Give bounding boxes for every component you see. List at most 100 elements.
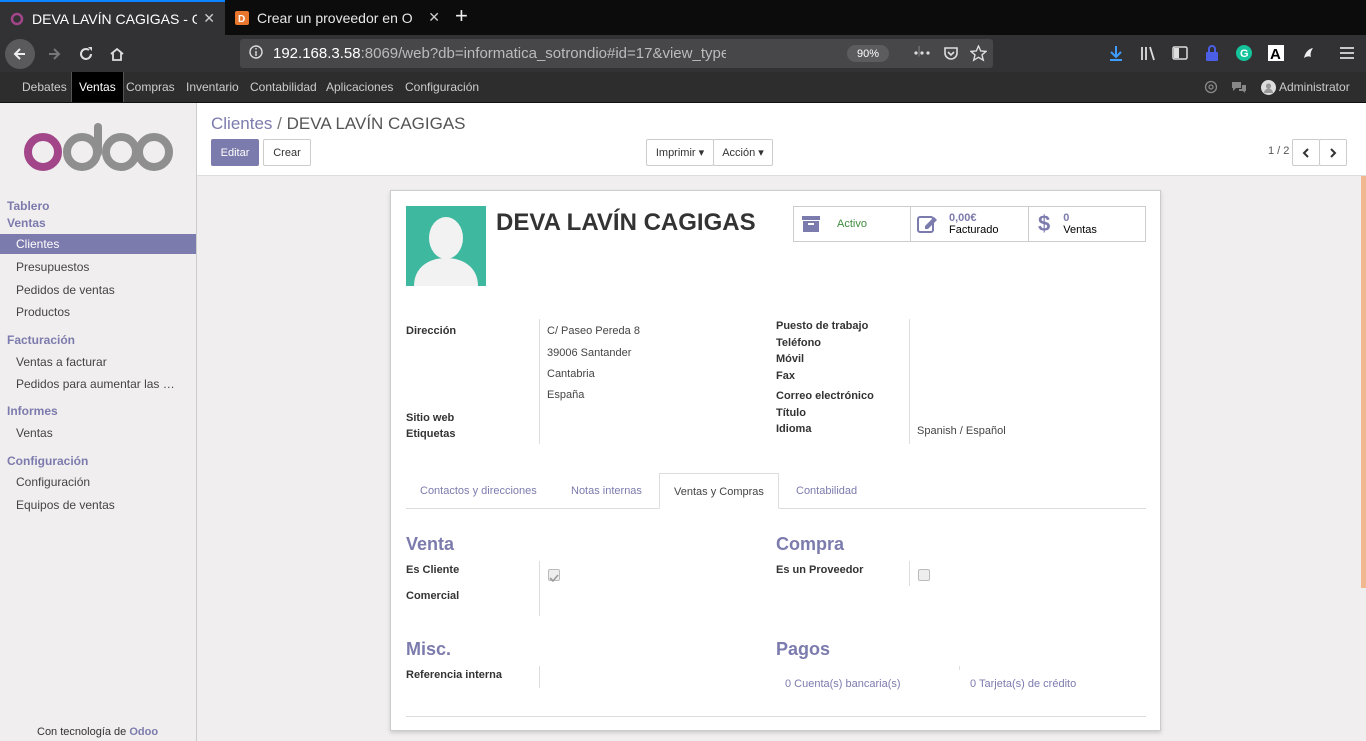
sale-section-title: Venta (406, 534, 455, 554)
home-icon[interactable] (102, 39, 132, 69)
address-city[interactable]: 39006 Santander (547, 347, 631, 359)
edit-button[interactable]: Editar (211, 139, 259, 166)
menu-compras[interactable]: Compras (119, 72, 182, 102)
bank-accounts-button[interactable]: 0 Cuenta(s) bancaria(s) (785, 678, 901, 690)
menu-inventario[interactable]: Inventario (179, 72, 246, 102)
sidebar-item-equipos-de-ventas[interactable]: Equipos de ventas (0, 495, 196, 515)
forward-icon[interactable] (39, 39, 69, 69)
browser-tab-active[interactable]: DEVA LAVÍN CAGIGAS - O ✕ (0, 0, 225, 35)
menu-contabilidad[interactable]: Contabilidad (243, 72, 324, 102)
sidebar-item-pedidos-de-ventas[interactable]: Pedidos de ventas (0, 280, 196, 300)
sidebar-toggle-icon[interactable] (1171, 44, 1189, 62)
create-button[interactable]: Crear (263, 139, 311, 166)
address-state[interactable]: Cantabria (547, 368, 595, 380)
job-label: Puesto de trabajo (776, 320, 869, 332)
lock-icon[interactable] (1203, 44, 1221, 62)
tab-ventas-y-compras[interactable]: Ventas y Compras (659, 473, 779, 509)
grammarly-icon[interactable]: G (1235, 44, 1253, 62)
user-menu[interactable]: Administrator ▾ (1272, 72, 1366, 124)
reload-icon[interactable] (71, 39, 101, 69)
tab-notas-internas[interactable]: Notas internas (557, 473, 656, 509)
payments-section-title: Pagos (776, 639, 831, 659)
pager-next[interactable] (1319, 139, 1347, 166)
extension-icon[interactable] (1299, 44, 1317, 62)
caret-down-icon: ▾ (758, 147, 764, 159)
browser-tab[interactable]: D Crear un proveedor en O ✕ (225, 0, 450, 35)
partner-avatar[interactable] (406, 206, 486, 286)
form-content: DEVA LAVÍN CAGIGAS Activo 0,00€ Facturado… (197, 176, 1366, 741)
sidebar-item-ventas-a-facturar[interactable]: Ventas a facturar (0, 352, 196, 372)
odoo-link[interactable]: Odoo (129, 726, 158, 738)
back-icon[interactable] (5, 39, 35, 69)
tab-contactos[interactable]: Contactos y direcciones (406, 473, 551, 509)
sidebar-item-pedidos-para-aumentar[interactable]: Pedidos para aumentar las … (0, 374, 196, 394)
invoiced-value: 0,00€ (949, 212, 977, 224)
sales-button[interactable]: $ 0 Ventas (1028, 206, 1146, 242)
action-dropdown[interactable]: Acción ▾ (713, 139, 773, 166)
invoiced-label: Facturado (949, 224, 999, 236)
divider (539, 319, 540, 444)
active-label: Activo (837, 218, 867, 230)
info-icon[interactable] (249, 44, 263, 63)
credit-cards-button[interactable]: 0 Tarjeta(s) de crédito (970, 678, 1076, 690)
person-placeholder-icon (414, 217, 478, 286)
breadcrumb-parent[interactable]: Clientes (211, 114, 272, 133)
svg-text:G: G (1240, 48, 1249, 60)
divider (909, 561, 910, 586)
print-dropdown[interactable]: Imprimir ▾ (646, 139, 714, 166)
address-label: Dirección (406, 325, 457, 337)
is-vendor-label: Es un Proveedor (776, 564, 864, 576)
active-toggle-button[interactable]: Activo (793, 206, 911, 242)
sidebar-item-configuracion[interactable]: Configuración (0, 472, 196, 492)
sidebar-section-facturacion[interactable]: Facturación (7, 333, 75, 347)
menu-ventas[interactable]: Ventas (71, 72, 124, 102)
pager-value[interactable]: 1 / 2 (1268, 145, 1289, 157)
new-tab-button[interactable]: + (455, 5, 468, 27)
sidebar-section-ventas[interactable]: Ventas (7, 216, 46, 230)
download-icon[interactable] (1107, 44, 1125, 62)
sidebar-section-configuracion[interactable]: Configuración (7, 454, 88, 468)
menu-aplicaciones[interactable]: Aplicaciones (319, 72, 400, 102)
is-customer-checkbox[interactable] (548, 569, 560, 583)
sidebar-item-informes-ventas[interactable]: Ventas (0, 423, 196, 443)
odoo-logo[interactable] (22, 123, 173, 173)
breadcrumb: Clientes / DEVA LAVÍN CAGIGAS (211, 114, 466, 134)
invoiced-button[interactable]: 0,00€ Facturado (911, 206, 1029, 242)
breadcrumb-separator: / (277, 114, 282, 133)
edit-invoice-icon (917, 216, 937, 233)
sidebar-item-presupuestos[interactable]: Presupuestos (0, 257, 196, 277)
zoom-level[interactable]: 90% (847, 45, 889, 62)
language-value[interactable]: Spanish / Español (917, 425, 1006, 437)
menu-debates[interactable]: Debates (15, 72, 74, 102)
form-sheet: DEVA LAVÍN CAGIGAS Activo 0,00€ Facturado… (390, 190, 1161, 731)
sidebar-section-informes[interactable]: Informes (7, 404, 58, 418)
menu-configuracion[interactable]: Configuración (398, 72, 486, 102)
sidebar-item-productos[interactable]: Productos (0, 302, 196, 322)
sidebar: Tablero Ventas Clientes Presupuestos Ped… (0, 103, 197, 741)
fax-label: Fax (776, 370, 795, 382)
bookmark-star-icon[interactable] (969, 44, 987, 62)
is-customer-label: Es Cliente (406, 564, 460, 576)
font-extension-icon[interactable]: A (1267, 44, 1285, 62)
sidebar-section-tablero[interactable]: Tablero (7, 199, 49, 213)
close-tab-icon[interactable]: ✕ (203, 10, 215, 27)
odoo-favicon-icon (10, 12, 24, 26)
divider (909, 319, 910, 444)
sidebar-item-clientes[interactable]: Clientes (0, 234, 196, 254)
page-actions-icon[interactable] (913, 44, 931, 62)
chat-icon[interactable] (1231, 80, 1247, 99)
user-name: Administrator (1279, 80, 1350, 94)
pocket-icon[interactable] (942, 44, 960, 62)
at-icon[interactable] (1204, 80, 1218, 99)
tab-contabilidad[interactable]: Contabilidad (782, 473, 871, 509)
menu-icon[interactable] (1338, 44, 1356, 62)
browser-tab-title: DEVA LAVÍN CAGIGAS - O (32, 10, 198, 27)
divider (539, 666, 540, 688)
is-vendor-checkbox[interactable] (918, 569, 930, 581)
library-icon[interactable] (1139, 44, 1157, 62)
scrollbar[interactable] (1361, 176, 1366, 588)
pager-previous[interactable] (1292, 139, 1320, 166)
close-tab-icon[interactable]: ✕ (428, 9, 440, 26)
address-street[interactable]: C/ Paseo Pereda 8 (547, 325, 640, 337)
address-country[interactable]: España (547, 389, 584, 401)
